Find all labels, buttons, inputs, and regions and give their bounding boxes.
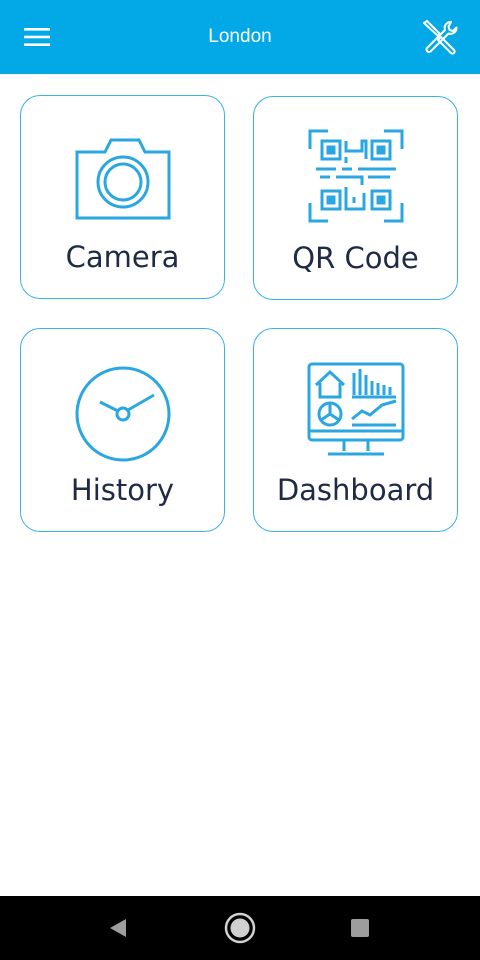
recents-square-icon [351,919,369,937]
app-bar: London [0,0,480,74]
home-circle-icon [224,912,256,944]
menu-button[interactable] [14,17,60,57]
tools-button[interactable] [414,14,466,60]
tools-icon [423,20,458,55]
recents-button[interactable] [336,908,384,948]
qr-code-label: QR Code [292,241,419,275]
history-tile[interactable]: History [20,328,225,532]
hamburger-menu-icon [24,28,50,46]
clock-icon [75,366,170,462]
camera-icon [75,138,170,220]
dashboard-tile[interactable]: Dashboard [253,328,458,532]
page-title: London [208,26,272,47]
qr-code-tile[interactable]: QR Code [253,96,458,300]
back-triangle-icon [110,919,126,937]
back-button[interactable] [94,908,142,948]
dashboard-monitor-icon [307,362,404,456]
camera-label: Camera [65,240,180,274]
history-label: History [70,473,175,507]
dashboard-label: Dashboard [276,473,435,507]
qr-code-icon [308,129,403,223]
camera-tile[interactable]: Camera [20,95,225,299]
system-navigation-bar [0,896,480,960]
home-button[interactable] [216,908,264,948]
